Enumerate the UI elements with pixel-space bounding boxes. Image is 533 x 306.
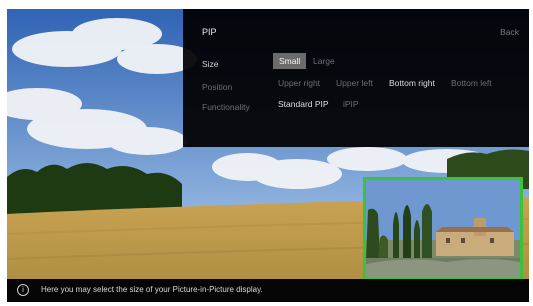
position-option-bottom-left[interactable]: Bottom left — [451, 78, 492, 88]
tv-screen: PIP Back Size Small Large Position Upper… — [7, 9, 529, 302]
info-message: Here you may select the size of your Pic… — [41, 285, 263, 294]
functionality-option-ipip[interactable]: iPIP — [343, 99, 359, 109]
size-label: Size — [202, 59, 219, 69]
menu-title: PIP — [202, 27, 217, 37]
functionality-option-standard-pip[interactable]: Standard PIP — [278, 99, 329, 109]
position-label: Position — [202, 82, 233, 92]
pip-settings-menu: PIP Back Size Small Large Position Upper… — [183, 9, 529, 147]
info-bar: i Here you may select the size of your P… — [7, 279, 529, 302]
functionality-label: Functionality — [202, 102, 250, 112]
position-option-upper-left[interactable]: Upper left — [336, 78, 373, 88]
back-button[interactable]: Back — [500, 27, 519, 37]
position-option-upper-right[interactable]: Upper right — [278, 78, 320, 88]
position-option-bottom-right[interactable]: Bottom right — [389, 78, 435, 88]
info-icon: i — [17, 284, 29, 296]
pip-window[interactable] — [363, 177, 523, 281]
size-option-large[interactable]: Large — [313, 56, 335, 66]
size-option-small[interactable]: Small — [273, 53, 307, 69]
pip-preview-image — [366, 180, 520, 278]
